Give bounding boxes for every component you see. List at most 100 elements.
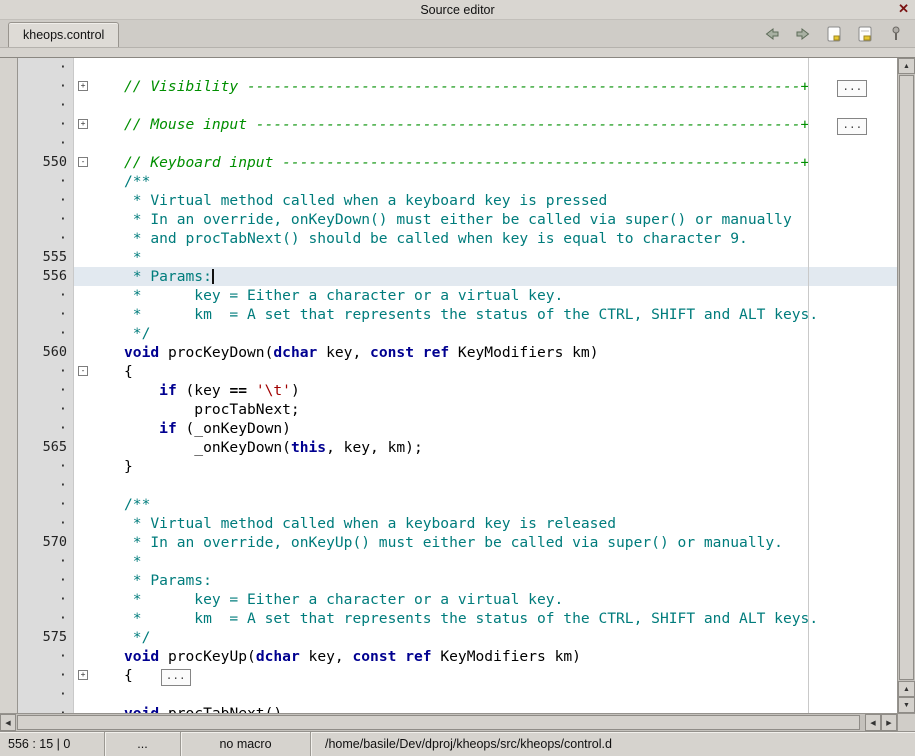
code-line[interactable]: ·+// Mouse input -----------------------… bbox=[18, 115, 897, 134]
code-text[interactable]: procTabNext; bbox=[124, 400, 897, 419]
code-line[interactable]: · * key = Either a character or a virtua… bbox=[18, 590, 897, 609]
code-text[interactable]: * In an override, onKeyDown() must eithe… bbox=[124, 210, 897, 229]
code-line[interactable]: 560 void procKeyDown(dchar key, const ref… bbox=[18, 343, 897, 362]
horizontal-scrollbar[interactable]: ◀ ◀ ▶ bbox=[0, 713, 915, 731]
code-text[interactable]: /** bbox=[124, 172, 897, 191]
fold-column bbox=[74, 210, 124, 229]
code-text[interactable]: * bbox=[124, 552, 897, 571]
code-text[interactable]: * and procTabNext() should be called whe… bbox=[124, 229, 897, 248]
code-text[interactable]: * Virtual method called when a keyboard … bbox=[124, 514, 897, 533]
code-text[interactable]: _onKeyDown(this, key, km); bbox=[124, 438, 897, 457]
pin-icon[interactable] bbox=[886, 25, 905, 43]
code-text[interactable]: void procTabNext() bbox=[124, 704, 897, 713]
code-text[interactable]: * key = Either a character or a virtual … bbox=[124, 286, 897, 305]
code-text[interactable]: /** bbox=[124, 495, 897, 514]
code-line[interactable]: · bbox=[18, 96, 897, 115]
code-line[interactable]: ·void procKeyUp(dchar key, const ref Key… bbox=[18, 647, 897, 666]
code-text[interactable]: if (_onKeyDown) bbox=[124, 419, 897, 438]
code-line[interactable]: ·} bbox=[18, 457, 897, 476]
code-line[interactable]: 556 * Params: bbox=[18, 267, 897, 286]
code-text[interactable]: */ bbox=[124, 628, 897, 647]
code-text[interactable]: * Virtual method called when a keyboard … bbox=[124, 191, 897, 210]
collapsed-fold-marker[interactable]: ... bbox=[837, 118, 867, 135]
code-line[interactable]: · * key = Either a character or a virtua… bbox=[18, 286, 897, 305]
code-line[interactable]: ·+{... bbox=[18, 666, 897, 685]
code-line[interactable]: · * km = A set that represents the statu… bbox=[18, 305, 897, 324]
line-number: 560 bbox=[18, 343, 74, 362]
code-line[interactable]: · * and procTabNext() should be called w… bbox=[18, 229, 897, 248]
code-line[interactable]: · procTabNext; bbox=[18, 400, 897, 419]
fold-toggle-icon[interactable]: - bbox=[78, 157, 88, 167]
horizontal-scroll-track[interactable] bbox=[16, 714, 865, 731]
forward-arrow-icon[interactable] bbox=[793, 25, 812, 43]
code-line[interactable]: ·void procTabNext() bbox=[18, 704, 897, 713]
code-text[interactable]: // Keyboard input ----------------------… bbox=[124, 153, 897, 172]
scroll-down-button[interactable]: ▼ bbox=[898, 697, 915, 713]
code-line[interactable]: · * bbox=[18, 552, 897, 571]
code-line[interactable]: ·-{ bbox=[18, 362, 897, 381]
code-text[interactable]: * key = Either a character or a virtual … bbox=[124, 590, 897, 609]
fold-toggle-icon[interactable]: + bbox=[78, 670, 88, 680]
code-line[interactable]: · * In an override, onKeyDown() must eit… bbox=[18, 210, 897, 229]
code-text[interactable]: */ bbox=[124, 324, 897, 343]
vertical-scrollbar[interactable]: ▲ ▲ ▼ bbox=[897, 58, 915, 713]
code-line[interactable]: · bbox=[18, 685, 897, 704]
code-text[interactable]: * Params: bbox=[124, 267, 897, 286]
code-line[interactable]: 555 * bbox=[18, 248, 897, 267]
code-line[interactable]: 570 * In an override, onKeyUp() must eit… bbox=[18, 533, 897, 552]
scroll-up-button-bottom[interactable]: ▲ bbox=[898, 681, 915, 697]
scroll-right-button[interactable]: ▶ bbox=[881, 714, 897, 731]
tab-kheops-control[interactable]: kheops.control bbox=[8, 22, 119, 47]
code-line[interactable]: ·/** bbox=[18, 495, 897, 514]
scroll-up-button[interactable]: ▲ bbox=[898, 58, 915, 74]
code-line[interactable]: · * Params: bbox=[18, 571, 897, 590]
code-line[interactable]: · if (key == '\t') bbox=[18, 381, 897, 400]
code-line[interactable]: 565 _onKeyDown(this, key, km); bbox=[18, 438, 897, 457]
code-line[interactable]: · bbox=[18, 476, 897, 495]
code-text[interactable] bbox=[124, 685, 897, 704]
code-text[interactable]: } bbox=[124, 457, 897, 476]
fold-toggle-icon[interactable]: - bbox=[78, 366, 88, 376]
code-text[interactable] bbox=[124, 58, 897, 77]
code-text[interactable]: * Params: bbox=[124, 571, 897, 590]
fold-toggle-icon[interactable]: + bbox=[78, 81, 88, 91]
code-line[interactable]: 550-// Keyboard input ------------------… bbox=[18, 153, 897, 172]
code-text[interactable]: * In an override, onKeyUp() must either … bbox=[124, 533, 897, 552]
close-icon[interactable]: ✕ bbox=[898, 1, 909, 17]
collapsed-fold-marker[interactable]: ... bbox=[837, 80, 867, 97]
code-text[interactable]: void procKeyUp(dchar key, const ref KeyM… bbox=[124, 647, 897, 666]
vertical-scroll-thumb[interactable] bbox=[899, 75, 914, 680]
vertical-scroll-track[interactable] bbox=[898, 74, 915, 681]
code-line[interactable]: · * Virtual method called when a keyboar… bbox=[18, 191, 897, 210]
scroll-left-button-right[interactable]: ◀ bbox=[865, 714, 881, 731]
code-text[interactable]: {... bbox=[124, 666, 897, 685]
code-text[interactable] bbox=[124, 134, 897, 153]
code-text[interactable] bbox=[124, 476, 897, 495]
save-as-icon[interactable] bbox=[855, 25, 874, 43]
horizontal-scroll-thumb[interactable] bbox=[17, 715, 860, 730]
code-line[interactable]: ·/** bbox=[18, 172, 897, 191]
save-icon[interactable] bbox=[824, 25, 843, 43]
code-text[interactable]: // Visibility --------------------------… bbox=[124, 77, 897, 96]
code-text[interactable]: * km = A set that represents the status … bbox=[124, 609, 897, 628]
code-text[interactable]: * km = A set that represents the status … bbox=[124, 305, 897, 324]
code-line[interactable]: ·+// Visibility ------------------------… bbox=[18, 77, 897, 96]
code-line[interactable]: · bbox=[18, 58, 897, 77]
code-text[interactable] bbox=[124, 96, 897, 115]
code-text[interactable]: if (key == '\t') bbox=[124, 381, 897, 400]
scroll-left-button[interactable]: ◀ bbox=[0, 714, 16, 731]
code-text[interactable]: * bbox=[124, 248, 897, 267]
back-arrow-icon[interactable] bbox=[762, 25, 781, 43]
code-line[interactable]: · * Virtual method called when a keyboar… bbox=[18, 514, 897, 533]
code-line[interactable]: · if (_onKeyDown) bbox=[18, 419, 897, 438]
code-text[interactable]: void procKeyDown(dchar key, const ref Ke… bbox=[124, 343, 897, 362]
collapsed-fold-marker[interactable]: ... bbox=[161, 669, 191, 686]
code-line[interactable]: · bbox=[18, 134, 897, 153]
code-text[interactable]: { bbox=[124, 362, 897, 381]
code-editor[interactable]: ··+// Visibility -----------------------… bbox=[18, 58, 897, 713]
code-text[interactable]: // Mouse input -------------------------… bbox=[124, 115, 897, 134]
code-line[interactable]: · * km = A set that represents the statu… bbox=[18, 609, 897, 628]
fold-toggle-icon[interactable]: + bbox=[78, 119, 88, 129]
code-line[interactable]: 575 */ bbox=[18, 628, 897, 647]
code-line[interactable]: · */ bbox=[18, 324, 897, 343]
